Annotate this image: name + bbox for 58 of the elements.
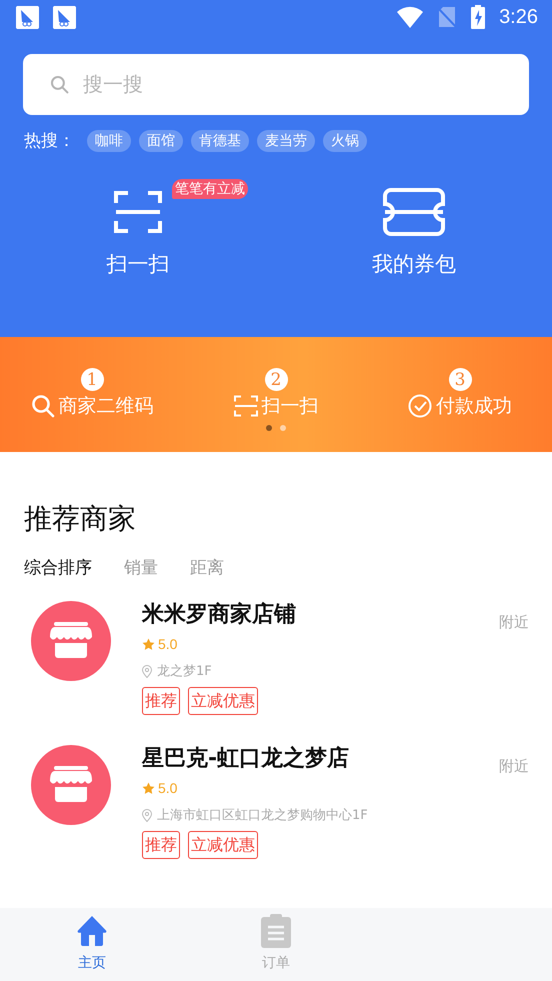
sort-tab[interactable]: 距离 — [190, 556, 224, 579]
step-number: 3 — [448, 368, 472, 391]
hot-search-tag[interactable]: 火锅 — [323, 130, 367, 152]
ticket-icon — [383, 188, 445, 236]
hot-search-tag[interactable]: 咖啡 — [87, 130, 131, 152]
hot-search-tag[interactable]: 麦当劳 — [257, 130, 315, 152]
shop-avatar-icon — [31, 601, 111, 681]
merchant-address: 龙之梦1F — [157, 663, 212, 680]
rating: 5.0 — [158, 780, 178, 796]
step-label: 付款成功 — [436, 394, 512, 419]
merchant-name: 米米罗商家店铺 — [142, 601, 297, 629]
location-pin-icon — [142, 808, 152, 822]
pager-dot[interactable] — [266, 425, 272, 431]
app-icon — [16, 6, 39, 28]
rating: 5.0 — [158, 636, 178, 652]
nav-tab[interactable]: 订单 — [184, 908, 368, 981]
promo-badge: 笔笔有立减 — [172, 179, 248, 199]
hot-search-tag[interactable]: 面馆 — [139, 130, 183, 152]
merchant-tag: 推荐 — [142, 687, 180, 715]
star-icon — [142, 638, 155, 650]
merchant-name: 星巴克-虹口龙之梦店 — [142, 745, 350, 773]
location-pin-icon — [142, 664, 152, 678]
search-icon — [30, 394, 54, 418]
clipboard-icon — [260, 914, 292, 948]
distance: 附近 — [499, 757, 529, 776]
search-icon — [50, 75, 69, 94]
merchant-tag: 立减优惠 — [188, 687, 258, 715]
scan-icon — [234, 394, 258, 418]
merchant-tag: 推荐 — [142, 831, 180, 859]
scan-icon — [114, 189, 162, 235]
merchant-item[interactable]: 米米罗商家店铺 5.0 龙之梦1F 推荐 立减优惠 附近 — [24, 601, 529, 715]
battery-icon — [471, 5, 486, 29]
hot-search-label: 热搜： — [24, 130, 75, 152]
step-label: 商家二维码 — [58, 394, 154, 419]
search-field[interactable]: 搜一搜 — [23, 54, 529, 115]
pager-dot[interactable] — [280, 425, 286, 431]
hot-search-tag[interactable]: 肯德基 — [191, 130, 249, 152]
sort-tab[interactable]: 综合排序 — [24, 556, 92, 579]
clock-time: 3:26 — [499, 6, 538, 28]
step-number: 2 — [264, 368, 288, 391]
shop-avatar-icon — [31, 745, 111, 825]
check-circle-icon — [408, 394, 432, 418]
distance: 附近 — [499, 613, 529, 632]
step-label: 扫一扫 — [262, 394, 318, 419]
app-icon — [53, 6, 76, 28]
nav-tab[interactable]: 主页 — [0, 908, 184, 981]
no-sim-icon — [437, 6, 458, 28]
action-label[interactable]: 扫一扫 — [106, 250, 170, 278]
merchant-tag: 立减优惠 — [188, 831, 258, 859]
home-icon — [75, 914, 109, 948]
wifi-icon — [397, 6, 424, 28]
sort-tab[interactable]: 销量 — [124, 556, 158, 579]
star-icon — [142, 782, 155, 794]
merchant-item[interactable]: 星巴克-虹口龙之梦店 5.0 上海市虹口区虹口龙之梦购物中心1F 推荐 立减优惠 附近 — [24, 745, 529, 859]
section-title: 推荐商家 — [24, 501, 137, 537]
step-number: 1 — [80, 368, 104, 391]
action-label[interactable]: 我的券包 — [372, 250, 456, 278]
merchant-address: 上海市虹口区虹口龙之梦购物中心1F — [157, 807, 368, 824]
